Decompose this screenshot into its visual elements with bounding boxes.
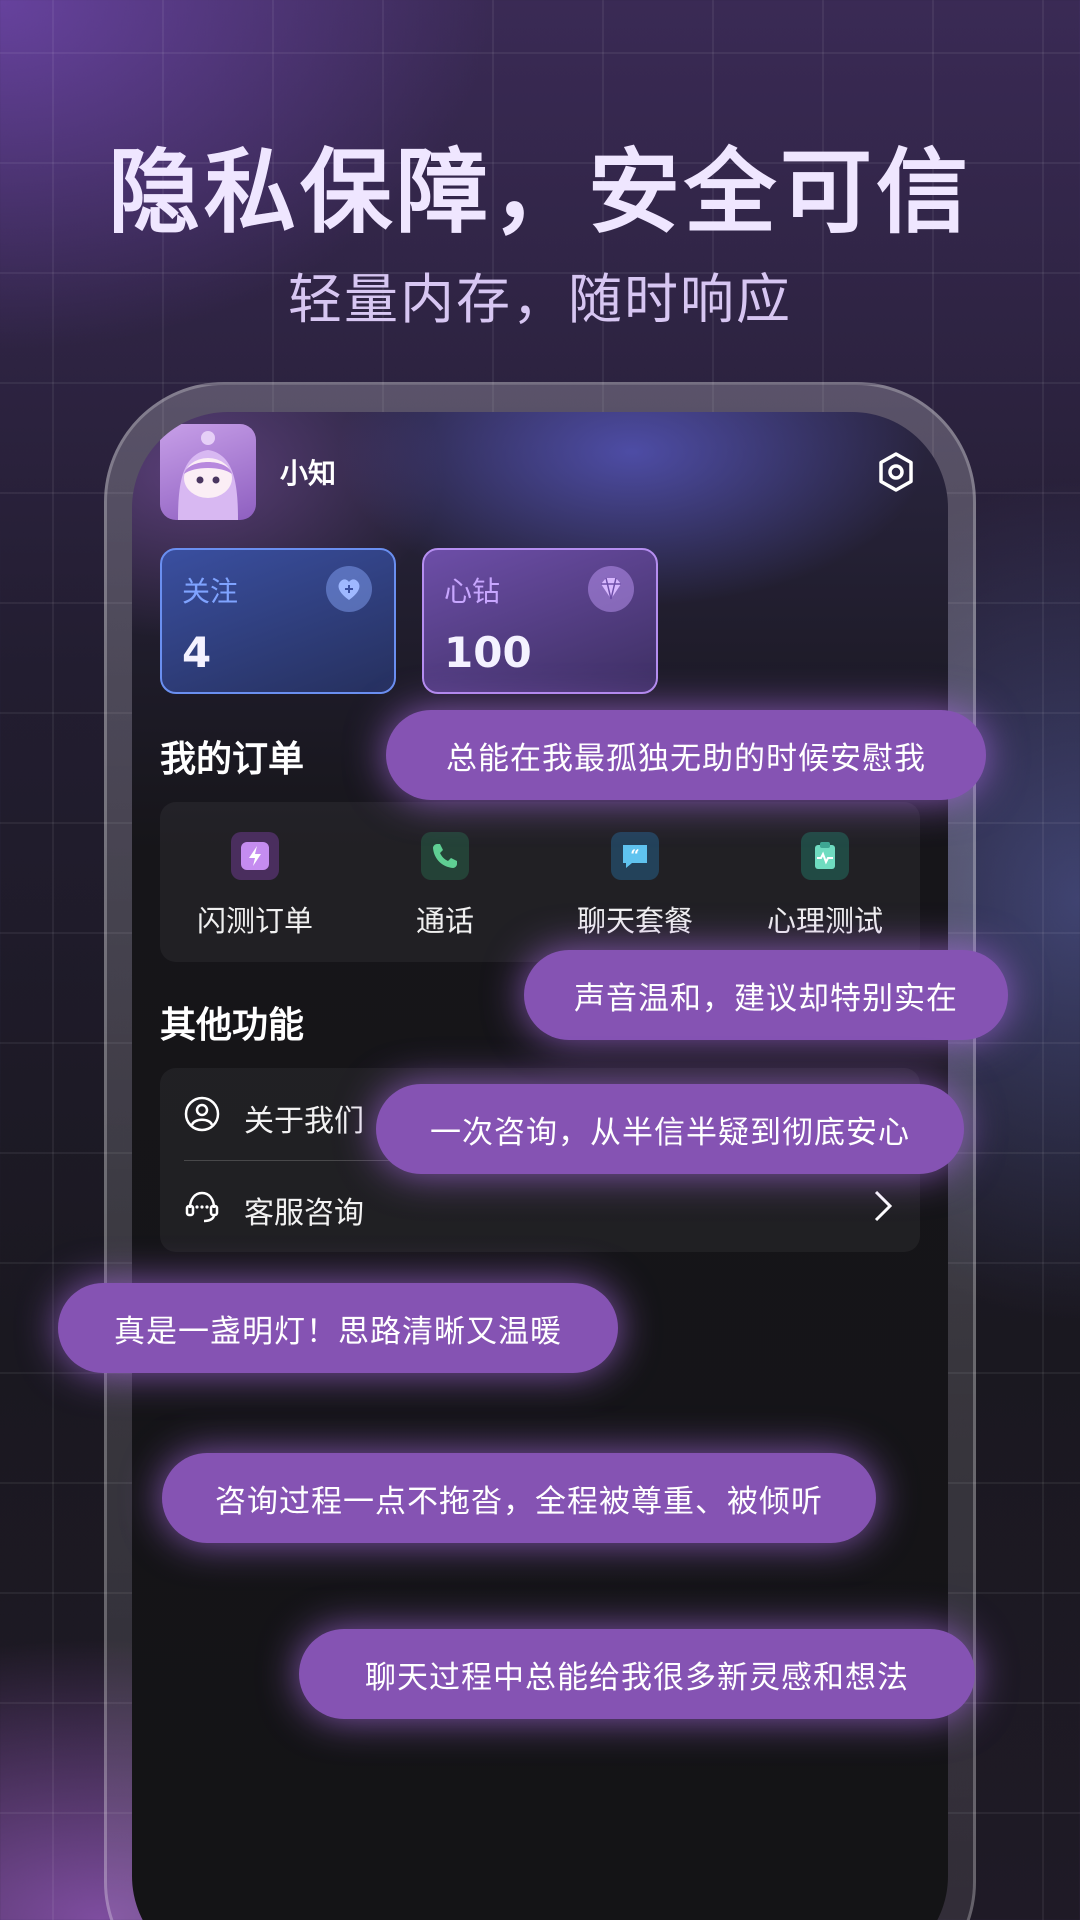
order-label: 闪测订单 [196,904,313,938]
order-item-chat-package[interactable]: “ 聊天套餐 [540,832,730,940]
function-label: 关于我们 [244,1104,364,1139]
testimonial-bubble: 声音温和，建议却特别实在 [524,950,1008,1040]
svg-text:“: “ [630,846,639,865]
diamond-label: 心钻 [444,575,501,608]
diamond-icon [588,566,634,612]
testimonial-bubble: 真是一盏明灯！思路清晰又温暖 [58,1283,618,1373]
quote-chat-icon: “ [611,832,659,880]
orders-panel: 闪测订单 通话 “ 聊天套餐 心理测试 [160,802,920,962]
user-circle-icon [184,1096,220,1132]
headline: 隐私保障，安全可信 [107,138,972,246]
testimonial-bubble: 一次咨询，从半信半疑到彻底安心 [376,1084,964,1174]
headset-icon [184,1188,220,1224]
clipboard-heartbeat-icon [801,832,849,880]
order-label: 聊天套餐 [576,904,693,938]
testimonial-bubble: 总能在我最孤独无助的时候安慰我 [386,710,986,800]
testimonial-bubble: 聊天过程中总能给我很多新灵感和想法 [299,1629,975,1719]
order-item-psych-test[interactable]: 心理测试 [730,832,920,940]
username: 小知 [280,457,337,490]
testimonial-bubble: 咨询过程一点不拖沓，全程被尊重、被倾听 [162,1453,876,1543]
settings-icon[interactable] [874,450,918,494]
subheadline: 轻量内存，随时响应 [288,268,792,331]
avatar[interactable] [160,424,256,520]
functions-title: 其他功能 [160,1005,305,1046]
function-label: 客服咨询 [244,1196,364,1231]
chevron-right-icon [868,1188,896,1224]
follow-card[interactable]: 关注 4 [160,548,396,694]
lightning-icon [231,832,279,880]
order-item-flash-test[interactable]: 闪测订单 [160,832,350,940]
phone-icon [421,832,469,880]
follow-count: 4 [182,628,212,677]
order-item-call[interactable]: 通话 [350,832,540,940]
diamond-card[interactable]: 心钻 100 [422,548,658,694]
follow-label: 关注 [182,575,239,608]
avatar-girl-icon [178,431,238,520]
diamond-count: 100 [444,628,532,677]
order-label: 心理测试 [766,904,883,938]
order-label: 通话 [415,904,474,938]
heart-plus-icon [326,566,372,612]
orders-title: 我的订单 [160,739,305,780]
